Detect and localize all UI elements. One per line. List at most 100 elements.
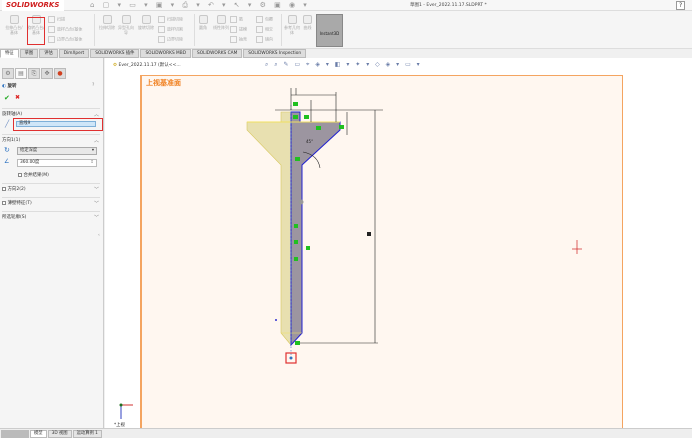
revolve-cut-icon — [141, 15, 151, 24]
expand-icon: ﹀ — [93, 187, 99, 193]
loft-cut-button[interactable]: 放样切割 — [158, 26, 183, 33]
command-manager: 拉伸凸台/基体 旋转凸台/基体 扫描 放样凸台/基体 边界凸台/基体 拉伸切除 … — [0, 11, 692, 49]
solidworks-logo[interactable]: SOLIDWORKS — [2, 0, 64, 11]
relation-icon — [316, 126, 321, 130]
extrude-icon — [9, 15, 19, 24]
revolve-preview-right — [290, 111, 341, 347]
manager-tabs: ⚙ ▤ ⎘ ✥ ● — [2, 68, 102, 79]
direction2-checkbox[interactable] — [2, 186, 6, 191]
sweep-button[interactable]: 扫描 — [48, 16, 65, 23]
fillet-button[interactable]: 圆角 — [196, 15, 210, 30]
cancel-button[interactable]: ✖ — [15, 94, 23, 101]
wrap-button[interactable]: 包覆 — [256, 16, 273, 23]
property-manager-tab[interactable]: ▤ — [15, 68, 27, 79]
revolve-highlight — [27, 17, 45, 45]
feature-manager-tab[interactable]: ⚙ — [2, 68, 14, 79]
relation-icon — [295, 157, 300, 161]
revolve-icon: ◐ — [2, 84, 6, 89]
origin-point — [289, 356, 293, 360]
spinner-icon[interactable]: ⇕ — [90, 160, 94, 166]
curves-button[interactable]: 曲线 — [301, 15, 314, 30]
rotation-center-point — [298, 199, 304, 205]
property-manager: ⚙ ▤ ⎘ ✥ ● ◐ 旋转 ? ✔ ✖ 旋转轴(A) ︿ ╱ 直线9 方向1(1… — [0, 58, 104, 428]
sketch-canvas[interactable]: 45° *上视 — [105, 58, 692, 428]
draft-button[interactable]: 拔模 — [230, 26, 247, 33]
boundary-boss-button[interactable]: 边界凸台/基体 — [48, 36, 82, 43]
collapse-panel-handle[interactable]: ‹ — [98, 233, 104, 238]
shell-button[interactable]: 抽壳 — [230, 36, 247, 43]
tab-motion-study-1[interactable]: 运动算例 1 — [72, 430, 102, 438]
mirror-button[interactable]: 镜向 — [256, 36, 273, 43]
direction2-section-header[interactable]: 方向2(2) ﹀ — [2, 186, 102, 193]
thin-feature-section-header[interactable]: 薄壁特征(T) ﹀ — [2, 200, 102, 207]
tab-cam[interactable]: SOLIDWORKS CAM — [192, 49, 243, 58]
instant3d-button[interactable]: Instant3D — [316, 14, 343, 47]
collapse-icon: ︿ — [93, 138, 99, 144]
tab-sketch[interactable]: 草图 — [19, 49, 39, 58]
tab-addins[interactable]: SOLIDWORKS 插件 — [90, 49, 140, 58]
view-orientation-label: *上视 — [114, 421, 125, 428]
axis-section-header[interactable]: 旋转轴(A) ︿ — [2, 111, 102, 118]
dropdown-arrow-icon: ▾ — [91, 148, 94, 153]
end-condition-select[interactable]: 给定深度 ▾ — [17, 147, 97, 155]
ok-button[interactable]: ✔ — [4, 94, 12, 102]
relation-icon — [295, 341, 300, 345]
expand-icon: ﹀ — [93, 215, 99, 221]
merge-result-checkbox[interactable]: 合并结果(M) — [18, 172, 118, 178]
relation-icon — [304, 115, 309, 119]
sweep-cut-button[interactable]: 扫描切除 — [158, 16, 183, 23]
dimension-marker — [367, 232, 371, 236]
axis-field-highlight — [13, 118, 103, 131]
help-button[interactable]: ? — [676, 1, 686, 10]
graphics-area[interactable]: ⚙ Ever_2022.11.17 (默认<<... ⌕ ⌕ ✎ ▭ ⌖ ◈ ▾… — [105, 58, 692, 428]
help-icon[interactable]: ? — [92, 83, 100, 88]
extrude-cut-button[interactable]: 拉伸切除 — [98, 15, 116, 30]
tab-dimxpert[interactable]: DimXpert — [58, 49, 90, 58]
angle-input[interactable]: 360.00度 ⇕ — [17, 159, 97, 167]
linear-pattern-button[interactable]: 线性阵列 — [212, 15, 230, 30]
pattern-icon — [216, 15, 226, 24]
display-manager-tab[interactable]: ● — [54, 68, 66, 79]
reverse-direction-icon[interactable]: ↻ — [4, 146, 14, 154]
tab-features[interactable]: 特征 — [0, 49, 19, 58]
document-title: 草图1 - Ever_2022.11.17.SLDPRT * — [410, 3, 487, 8]
tab-scroll-buttons[interactable] — [1, 430, 29, 438]
direction1-section-header[interactable]: 方向1(1) ︿ — [2, 137, 102, 144]
tab-evaluate[interactable]: 评估 — [39, 49, 58, 58]
command-tabs: 特征 草图 评估 DimXpert SOLIDWORKS 插件 SOLIDWOR… — [0, 49, 320, 58]
tab-inspection[interactable]: SOLIDWORKS Inspection — [243, 49, 307, 58]
feature-title: ◐ 旋转 — [2, 84, 17, 89]
angle-dimension[interactable]: 45° — [306, 139, 313, 144]
bottom-tabs: 模型 3D 视图 运动算例 1 — [0, 428, 692, 438]
hole-wizard-button[interactable]: 异型孔向导 — [117, 15, 135, 35]
view-triad-icon — [119, 403, 133, 419]
intersect-button[interactable]: 相交 — [256, 26, 273, 33]
relation-icon — [293, 115, 298, 119]
relation-icon — [339, 125, 344, 129]
reference-geometry-button[interactable]: 参考几何体 — [284, 15, 300, 35]
checkbox[interactable] — [18, 172, 22, 177]
sketch-origin-icon — [572, 240, 582, 254]
angle-icon: ∠ — [4, 158, 10, 165]
title-bar: SOLIDWORKS ⌂ ▢ ▾ ▭ ▾ ▣ ▾ ⎙ ▾ ↶ ▾ ↖ ▾ ⚙ ▣… — [0, 0, 692, 11]
collapse-icon: ︿ — [93, 112, 99, 118]
revolve-cut-button[interactable]: 旋转切除 — [137, 15, 155, 30]
relation-icon — [294, 240, 298, 244]
revolve-preview-left — [246, 111, 292, 346]
reference-geometry-icon — [287, 15, 297, 24]
loft-boss-button[interactable]: 放样凸台/基体 — [48, 26, 82, 33]
rib-button[interactable]: 筋 — [230, 16, 243, 23]
dimxpert-manager-tab[interactable]: ✥ — [41, 68, 53, 79]
tab-mbd[interactable]: SOLIDWORKS MBD — [140, 49, 192, 58]
quick-access-toolbar[interactable]: ⌂ ▢ ▾ ▭ ▾ ▣ ▾ ⎙ ▾ ↶ ▾ ↖ ▾ ⚙ ▣ ◉ ▾ — [90, 1, 310, 10]
boundary-cut-button[interactable]: 边界切除 — [158, 36, 183, 43]
thin-feature-checkbox[interactable] — [2, 200, 6, 205]
configuration-manager-tab[interactable]: ⎘ — [28, 68, 40, 79]
relation-icon — [306, 246, 310, 250]
sketch-point — [275, 319, 277, 321]
tab-3d-views[interactable]: 3D 视图 — [47, 430, 72, 438]
hole-icon — [121, 15, 131, 24]
extrude-boss-button[interactable]: 拉伸凸台/基体 — [4, 15, 24, 35]
tab-model[interactable]: 模型 — [30, 430, 47, 438]
selected-contours-section-header[interactable]: 所选轮廓(S) ﹀ — [2, 214, 102, 221]
